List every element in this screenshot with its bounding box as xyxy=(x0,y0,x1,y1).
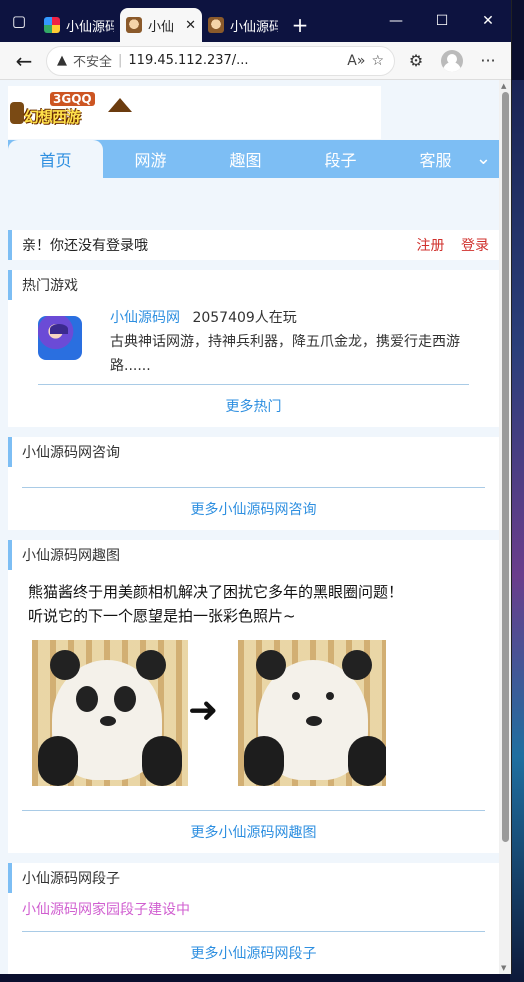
avatar xyxy=(441,49,463,72)
browser-tab-3[interactable]: 小仙源码 xyxy=(202,8,284,42)
news-list-empty xyxy=(8,467,499,487)
insecure-label[interactable]: 不安全 xyxy=(73,51,112,70)
game-item[interactable]: 小仙源码网 2057409人在玩 古典神话网游，持神兵利器，降五爪金龙，携爱行走… xyxy=(8,300,499,384)
fun-picture[interactable]: 熊猫酱终于用美颜相机解决了困扰它多年的黑眼圈问题！ 听说它的下一个愿望是拍一张彩… xyxy=(28,580,488,790)
site-header: 3GQQ 幻想西游 xyxy=(8,80,499,140)
site-logo[interactable]: 3GQQ 幻想西游 xyxy=(10,92,132,132)
logo-roof-icon xyxy=(108,98,132,112)
game-icon[interactable] xyxy=(38,316,82,360)
scrollbar[interactable]: ▲ ▼ xyxy=(499,80,511,974)
title-bar: ▢ 小仙源码 小仙 ✕ 小仙源码 + — ☐ ✕ xyxy=(0,0,511,42)
arrow-right-icon: ➜ xyxy=(188,690,219,731)
login-links: 注册 登录 xyxy=(405,235,489,255)
fun-pics-section: 小仙源码网趣图 熊猫酱终于用美颜相机解决了困扰它多年的黑眼圈问题！ 听说它的下一… xyxy=(8,540,499,853)
nav-spacer xyxy=(8,178,499,230)
close-tab-icon[interactable]: ✕ xyxy=(185,18,196,33)
add-favorite-icon[interactable]: ☆ xyxy=(371,53,384,69)
login-prompt: 亲！你还没有登录哦 xyxy=(22,238,148,254)
news-title: 小仙源码网咨询 xyxy=(8,437,499,467)
extensions-icon[interactable]: ⚙ xyxy=(401,46,431,76)
browser-tab-2-active[interactable]: 小仙 ✕ xyxy=(120,8,202,42)
minimize-icon[interactable]: — xyxy=(373,0,419,42)
game-description: 古典神话网游，持神兵利器，降五爪金龙，携爱行走西游路...... xyxy=(110,334,460,374)
page-content: 3GQQ 幻想西游 首页 网游 趣图 段子 客服 ⌄ 亲！你还没有登录哦 注册 … xyxy=(8,80,499,974)
tab-title: 小仙 xyxy=(148,19,175,35)
site-favicon-icon xyxy=(208,17,224,33)
picture-caption-line1: 熊猫酱终于用美颜相机解决了困扰它多年的黑眼圈问题！ xyxy=(28,583,404,601)
picture-caption-line2: 听说它的下一个愿望是拍一张彩色照片~ xyxy=(28,607,296,625)
logo-small-text: 3GQQ xyxy=(50,92,95,106)
logo-figure-icon xyxy=(10,102,24,124)
hot-games-section: 热门游戏 小仙源码网 2057409人在玩 古典神话网游，持神兵利器，降五爪金龙… xyxy=(8,270,499,427)
register-link[interactable]: 注册 xyxy=(417,238,445,254)
back-arrow-icon[interactable]: ← xyxy=(8,46,40,76)
nav-jokes[interactable]: 段子 xyxy=(293,140,388,178)
jokes-section: 小仙源码网段子 小仙源码网家园段子建设中 更多小仙源码网段子 xyxy=(8,863,499,974)
scroll-down-icon[interactable]: ▼ xyxy=(501,964,506,972)
url-text[interactable]: 119.45.112.237/... xyxy=(128,53,341,68)
read-aloud-icon[interactable]: A» xyxy=(347,53,365,69)
more-hot-games-link[interactable]: 更多热门 xyxy=(8,385,499,427)
nav-service[interactable]: 客服 xyxy=(388,140,483,178)
window-controls: — ☐ ✕ xyxy=(373,0,511,42)
separator: | xyxy=(118,53,123,68)
tab-title: 小仙源码 xyxy=(66,19,114,35)
jokes-message: 小仙源码网家园段子建设中 xyxy=(22,902,190,918)
desktop-background xyxy=(510,80,524,982)
more-news-link[interactable]: 更多小仙源码网咨询 xyxy=(8,488,499,530)
maximize-icon[interactable]: ☐ xyxy=(419,0,465,42)
more-menu-icon[interactable]: ··· xyxy=(473,46,503,76)
scrollbar-thumb[interactable] xyxy=(502,92,509,842)
address-bar-row: ← ▲ 不安全 | 119.45.112.237/... A» ☆ ⚙ ··· xyxy=(0,42,511,80)
chevron-down-icon[interactable]: ⌄ xyxy=(476,148,491,169)
logo-main-text: 幻想西游 xyxy=(24,108,81,126)
main-nav: 首页 网游 趣图 段子 客服 ⌄ xyxy=(8,140,499,178)
more-jokes-link[interactable]: 更多小仙源码网段子 xyxy=(8,932,499,974)
player-count: 2057409人在玩 xyxy=(192,310,297,326)
new-tab-button[interactable]: + xyxy=(284,8,316,42)
nav-home[interactable]: 首页 xyxy=(8,140,103,178)
hot-games-title: 热门游戏 xyxy=(8,270,499,300)
login-link[interactable]: 登录 xyxy=(461,238,489,254)
nav-online-games[interactable]: 网游 xyxy=(103,140,198,178)
game-info: 小仙源码网 2057409人在玩 古典神话网游，持神兵利器，降五爪金龙，携爱行走… xyxy=(110,306,475,378)
tab-actions-icon[interactable]: ▢ xyxy=(0,0,38,42)
page-viewport: 3GQQ 幻想西游 首页 网游 趣图 段子 客服 ⌄ 亲！你还没有登录哦 注册 … xyxy=(0,80,511,974)
nav-fun-pics[interactable]: 趣图 xyxy=(198,140,293,178)
close-window-icon[interactable]: ✕ xyxy=(465,0,511,42)
scroll-up-icon[interactable]: ▲ xyxy=(501,82,506,90)
news-section: 小仙源码网咨询 更多小仙源码网咨询 xyxy=(8,437,499,530)
warning-icon[interactable]: ▲ xyxy=(57,53,67,68)
profile-button[interactable] xyxy=(437,46,467,76)
site-favicon-icon xyxy=(126,17,142,33)
site-favicon-icon xyxy=(44,17,60,33)
address-bar[interactable]: ▲ 不安全 | 119.45.112.237/... A» ☆ xyxy=(46,45,395,76)
panda-before-image xyxy=(32,640,188,786)
fun-pics-title: 小仙源码网趣图 xyxy=(8,540,499,570)
more-fun-pics-link[interactable]: 更多小仙源码网趣图 xyxy=(8,811,499,853)
login-bar: 亲！你还没有登录哦 注册 登录 xyxy=(8,230,499,260)
game-name-link[interactable]: 小仙源码网 xyxy=(110,310,180,326)
browser-window: ▢ 小仙源码 小仙 ✕ 小仙源码 + — ☐ ✕ ← ▲ 不安全 | 119.4… xyxy=(0,0,512,974)
tab-title: 小仙源码 xyxy=(230,19,278,35)
jokes-title: 小仙源码网段子 xyxy=(8,863,499,893)
panda-after-image xyxy=(238,640,386,786)
browser-tab-1[interactable]: 小仙源码 xyxy=(38,8,120,42)
